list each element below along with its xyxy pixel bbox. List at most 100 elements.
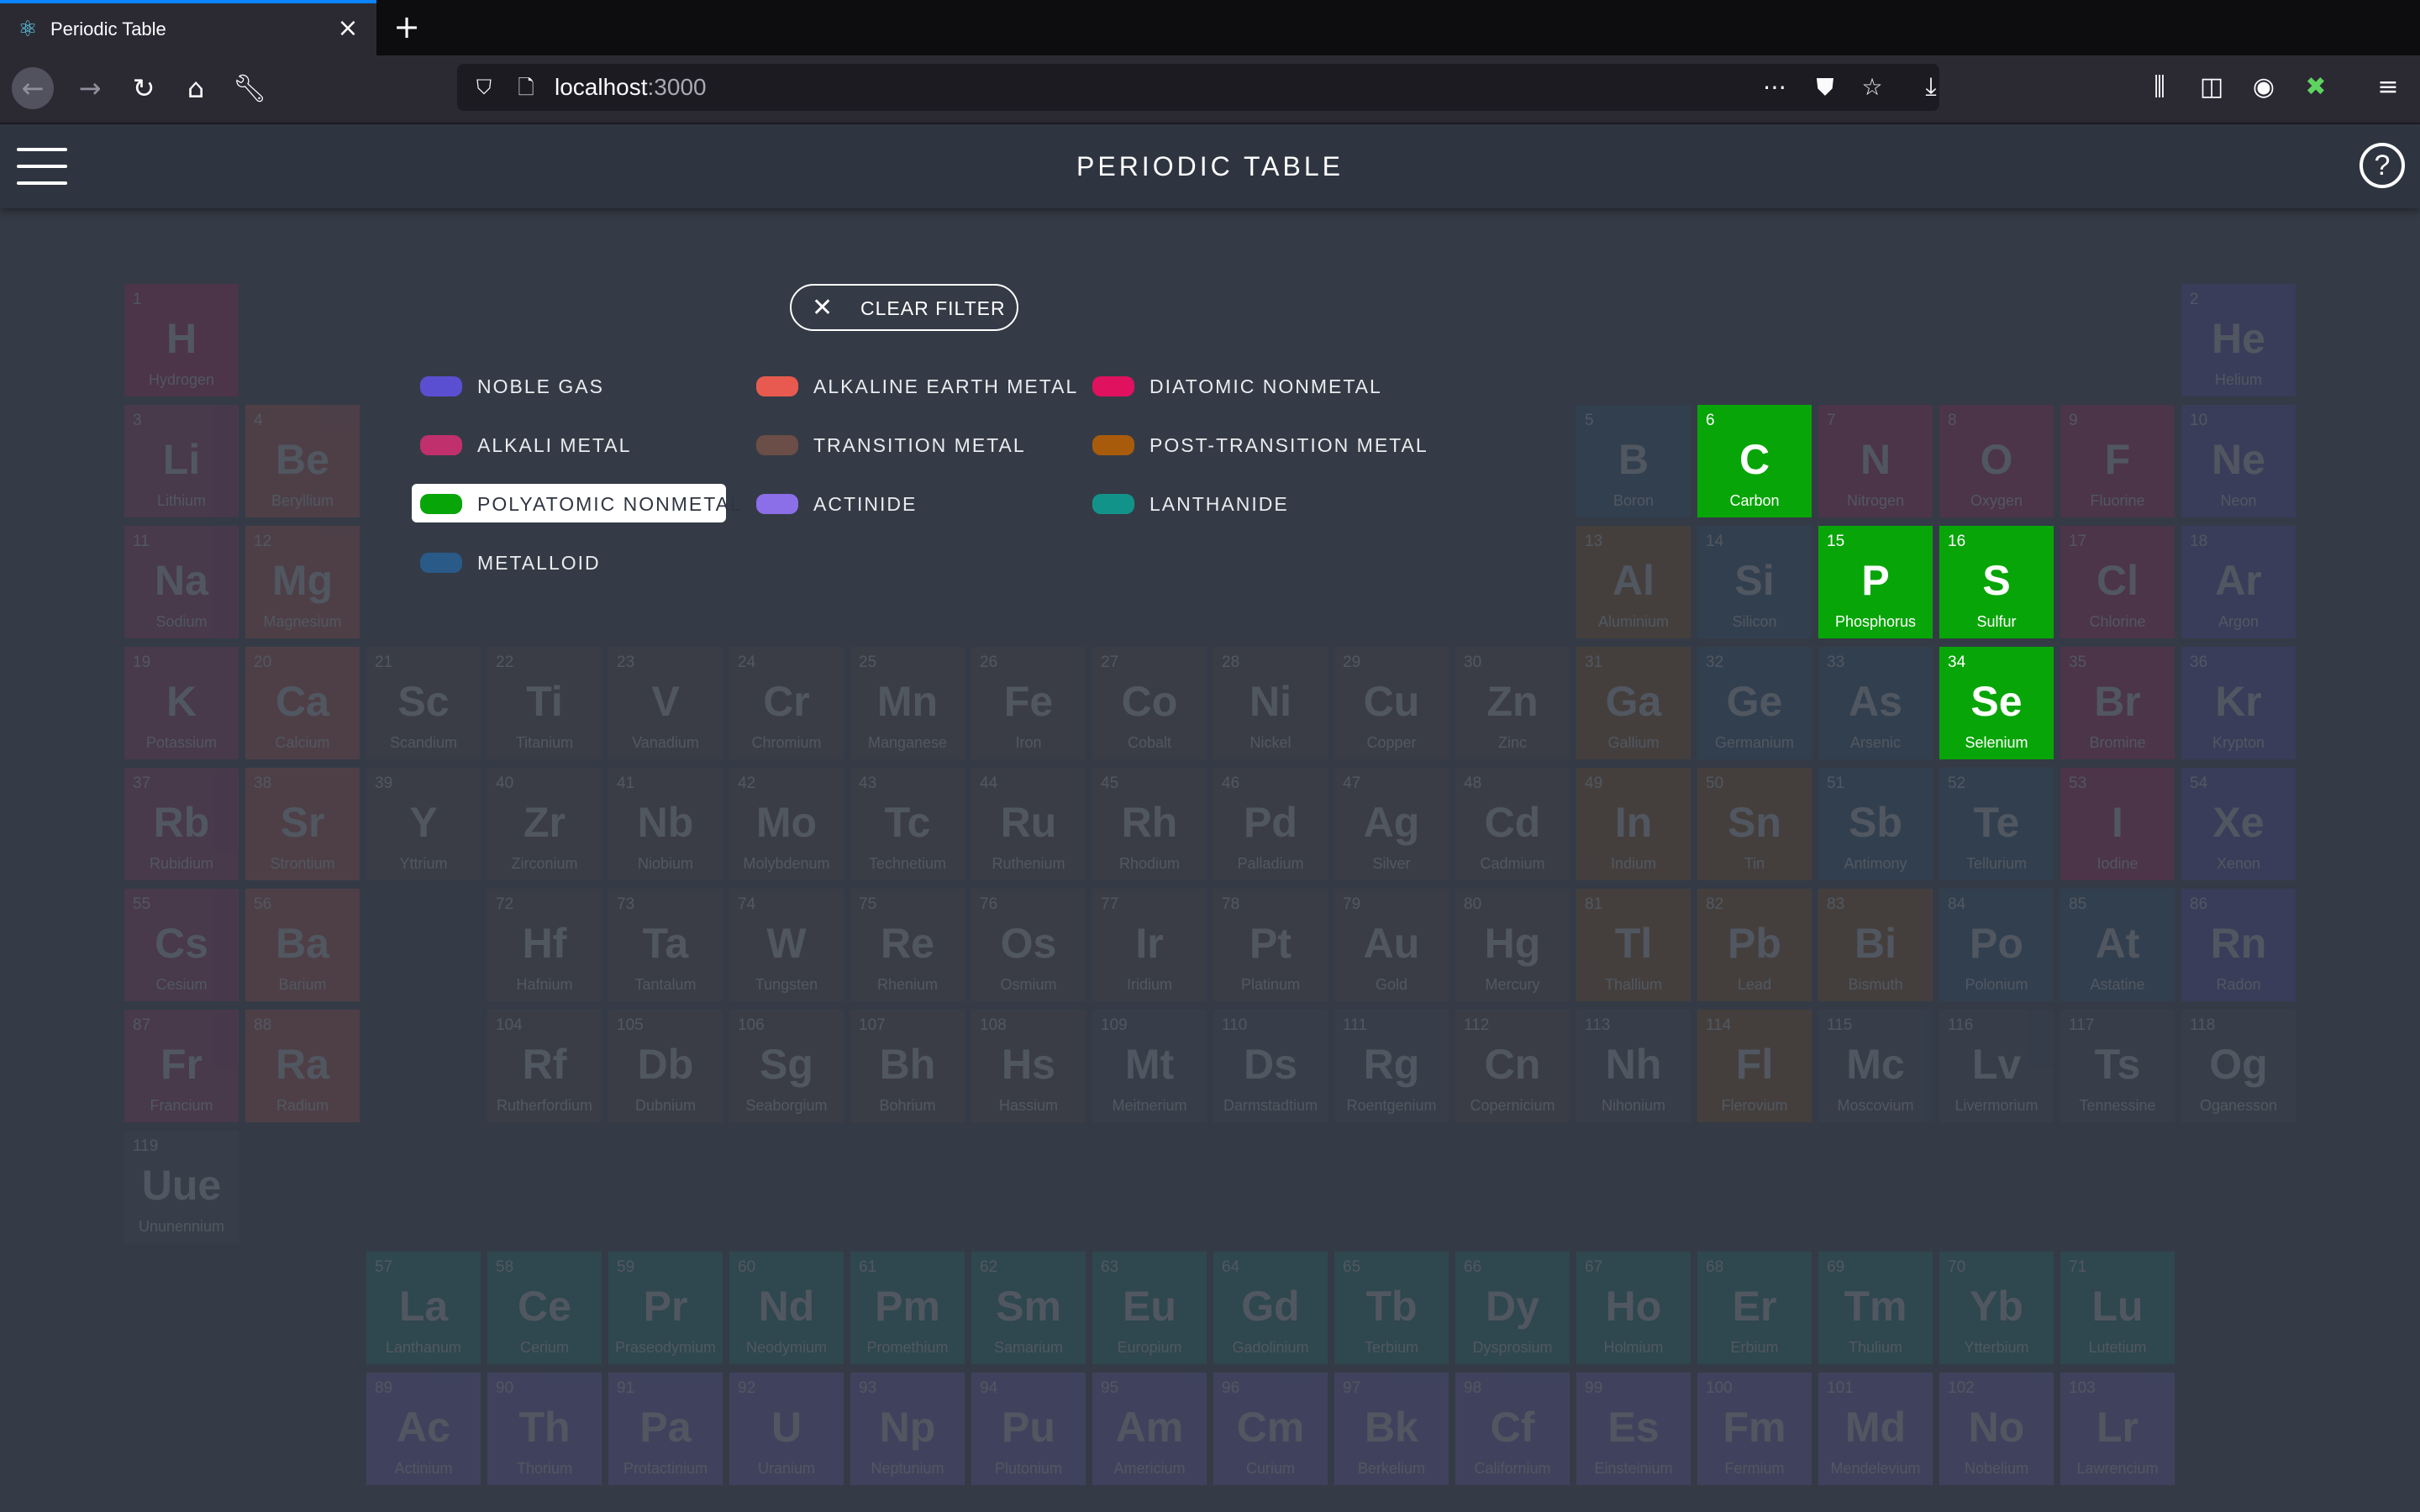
element-cell-potassium[interactable]: 19 K Potassium	[124, 647, 239, 759]
legend-item-transition-metal[interactable]: TRANSITION METAL	[748, 425, 1067, 464]
legend-item-alkaline-earth-metal[interactable]: ALKALINE EARTH METAL	[748, 366, 1076, 405]
element-cell-hydrogen[interactable]: 1 H Hydrogen	[124, 284, 239, 396]
element-cell-carbon[interactable]: 6 C Carbon	[1697, 405, 1812, 517]
element-cell-protactinium[interactable]: 91 Pa Protactinium	[608, 1373, 723, 1485]
legend-item-actinide[interactable]: ACTINIDE	[748, 484, 1067, 522]
help-icon[interactable]: ?	[2360, 143, 2405, 188]
legend-item-lanthanide[interactable]: LANTHANIDE	[1084, 484, 1403, 522]
legend-item-polyatomic-nonmetal[interactable]: POLYATOMIC NONMETAL	[412, 484, 741, 522]
back-arrow-icon[interactable]: ←	[12, 67, 54, 109]
element-cell-antimony[interactable]: 51 Sb Antimony	[1818, 768, 1933, 880]
element-cell-magnesium[interactable]: 12 Mg Magnesium	[245, 526, 360, 638]
element-cell-boron[interactable]: 5 B Boron	[1576, 405, 1691, 517]
element-cell-nickel[interactable]: 28 Ni Nickel	[1213, 647, 1328, 759]
element-cell-bismuth[interactable]: 83 Bi Bismuth	[1818, 889, 1933, 1001]
element-cell-gallium[interactable]: 31 Ga Gallium	[1576, 647, 1691, 759]
element-cell-californium[interactable]: 98 Cf Californium	[1455, 1373, 1570, 1485]
element-cell-hafnium[interactable]: 72 Hf Hafnium	[487, 889, 602, 1001]
app-menu-icon[interactable]: ≡	[2370, 69, 2407, 106]
element-cell-ununennium[interactable]: 119 Uue Ununennium	[124, 1131, 239, 1243]
home-icon[interactable]: ⌂	[175, 67, 217, 109]
element-cell-strontium[interactable]: 38 Sr Strontium	[245, 768, 360, 880]
element-cell-lawrencium[interactable]: 103 Lr Lawrencium	[2060, 1373, 2175, 1485]
address-bar[interactable]: ⛉ 🗋︎ localhost:3000 ⋯ ⛊ ☆	[457, 64, 1939, 111]
element-cell-einsteinium[interactable]: 99 Es Einsteinium	[1576, 1373, 1691, 1485]
element-cell-iron[interactable]: 26 Fe Iron	[971, 647, 1086, 759]
element-cell-mercury[interactable]: 80 Hg Mercury	[1455, 889, 1570, 1001]
close-tab-icon[interactable]: ×	[334, 15, 361, 42]
element-cell-niobium[interactable]: 41 Nb Niobium	[608, 768, 723, 880]
element-cell-argon[interactable]: 18 Ar Argon	[2181, 526, 2296, 638]
legend-item-alkali-metal[interactable]: ALKALI METAL	[412, 425, 731, 464]
element-cell-livermorium[interactable]: 116 Lv Livermorium	[1939, 1010, 2054, 1122]
element-cell-cerium[interactable]: 58 Ce Cerium	[487, 1252, 602, 1364]
element-cell-sulfur[interactable]: 16 S Sulfur	[1939, 526, 2054, 638]
element-cell-ytterbium[interactable]: 70 Yb Ytterbium	[1939, 1252, 2054, 1364]
element-cell-terbium[interactable]: 65 Tb Terbium	[1334, 1252, 1449, 1364]
element-cell-platinum[interactable]: 78 Pt Platinum	[1213, 889, 1328, 1001]
element-cell-tantalum[interactable]: 73 Ta Tantalum	[608, 889, 723, 1001]
element-cell-phosphorus[interactable]: 15 P Phosphorus	[1818, 526, 1933, 638]
clear-filter-button[interactable]: ✕ CLEAR FILTER	[790, 284, 1018, 331]
element-cell-arsenic[interactable]: 33 As Arsenic	[1818, 647, 1933, 759]
element-cell-oxygen[interactable]: 8 O Oxygen	[1939, 405, 2054, 517]
element-cell-palladium[interactable]: 46 Pd Palladium	[1213, 768, 1328, 880]
element-cell-oganesson[interactable]: 118 Og Oganesson	[2181, 1010, 2296, 1122]
element-cell-actinium[interactable]: 89 Ac Actinium	[366, 1373, 481, 1485]
element-cell-technetium[interactable]: 43 Tc Technetium	[850, 768, 965, 880]
element-cell-rutherfordium[interactable]: 104 Rf Rutherfordium	[487, 1010, 602, 1122]
element-cell-chlorine[interactable]: 17 Cl Chlorine	[2060, 526, 2175, 638]
element-cell-fermium[interactable]: 100 Fm Fermium	[1697, 1373, 1812, 1485]
element-cell-lanthanum[interactable]: 57 La Lanthanum	[366, 1252, 481, 1364]
element-cell-barium[interactable]: 56 Ba Barium	[245, 889, 360, 1001]
element-cell-curium[interactable]: 96 Cm Curium	[1213, 1373, 1328, 1485]
element-cell-neon[interactable]: 10 Ne Neon	[2181, 405, 2296, 517]
element-cell-mendelevium[interactable]: 101 Md Mendelevium	[1818, 1373, 1933, 1485]
element-cell-rubidium[interactable]: 37 Rb Rubidium	[124, 768, 239, 880]
element-cell-cesium[interactable]: 55 Cs Cesium	[124, 889, 239, 1001]
element-cell-nihonium[interactable]: 113 Nh Nihonium	[1576, 1010, 1691, 1122]
element-cell-chromium[interactable]: 24 Cr Chromium	[729, 647, 844, 759]
element-cell-iridium[interactable]: 77 Ir Iridium	[1092, 889, 1207, 1001]
element-cell-plutonium[interactable]: 94 Pu Plutonium	[971, 1373, 1086, 1485]
url-text[interactable]: localhost:3000	[555, 72, 707, 102]
element-cell-helium[interactable]: 2 He Helium	[2181, 284, 2296, 396]
element-cell-zirconium[interactable]: 40 Zr Zirconium	[487, 768, 602, 880]
element-cell-silver[interactable]: 47 Ag Silver	[1334, 768, 1449, 880]
element-cell-tellurium[interactable]: 52 Te Tellurium	[1939, 768, 2054, 880]
sidebar-icon[interactable]: ◫	[2193, 69, 2230, 106]
hamburger-menu-icon[interactable]	[17, 148, 67, 185]
element-cell-dysprosium[interactable]: 66 Dy Dysprosium	[1455, 1252, 1570, 1364]
element-cell-rhenium[interactable]: 75 Re Rhenium	[850, 889, 965, 1001]
element-cell-scandium[interactable]: 21 Sc Scandium	[366, 647, 481, 759]
element-cell-dubnium[interactable]: 105 Db Dubnium	[608, 1010, 723, 1122]
element-cell-seaborgium[interactable]: 106 Sg Seaborgium	[729, 1010, 844, 1122]
element-cell-promethium[interactable]: 61 Pm Promethium	[850, 1252, 965, 1364]
element-cell-copper[interactable]: 29 Cu Copper	[1334, 647, 1449, 759]
wrench-icon[interactable]: 🔧︎	[229, 67, 271, 109]
element-cell-europium[interactable]: 63 Eu Europium	[1092, 1252, 1207, 1364]
more-actions-icon[interactable]: ⋯	[1760, 72, 1790, 102]
element-cell-osmium[interactable]: 76 Os Osmium	[971, 889, 1086, 1001]
element-cell-krypton[interactable]: 36 Kr Krypton	[2181, 647, 2296, 759]
element-cell-lutetium[interactable]: 71 Lu Lutetium	[2060, 1252, 2175, 1364]
element-cell-tennessine[interactable]: 117 Ts Tennessine	[2060, 1010, 2175, 1122]
element-cell-lithium[interactable]: 3 Li Lithium	[124, 405, 239, 517]
element-cell-selenium[interactable]: 34 Se Selenium	[1939, 647, 2054, 759]
legend-item-post-transition-metal[interactable]: POST-TRANSITION METAL	[1084, 425, 1427, 464]
element-cell-manganese[interactable]: 25 Mn Manganese	[850, 647, 965, 759]
element-cell-vanadium[interactable]: 23 V Vanadium	[608, 647, 723, 759]
element-cell-nitrogen[interactable]: 7 N Nitrogen	[1818, 405, 1933, 517]
element-cell-tin[interactable]: 50 Sn Tin	[1697, 768, 1812, 880]
element-cell-rhodium[interactable]: 45 Rh Rhodium	[1092, 768, 1207, 880]
element-cell-francium[interactable]: 87 Fr Francium	[124, 1010, 239, 1122]
element-cell-neodymium[interactable]: 60 Nd Neodymium	[729, 1252, 844, 1364]
element-cell-bromine[interactable]: 35 Br Bromine	[2060, 647, 2175, 759]
element-cell-sodium[interactable]: 11 Na Sodium	[124, 526, 239, 638]
element-cell-iodine[interactable]: 53 I Iodine	[2060, 768, 2175, 880]
element-cell-praseodymium[interactable]: 59 Pr Praseodymium	[608, 1252, 723, 1364]
element-cell-americium[interactable]: 95 Am Americium	[1092, 1373, 1207, 1485]
forward-arrow-icon[interactable]: →	[69, 67, 111, 109]
element-cell-indium[interactable]: 49 In Indium	[1576, 768, 1691, 880]
element-cell-thulium[interactable]: 69 Tm Thulium	[1818, 1252, 1933, 1364]
